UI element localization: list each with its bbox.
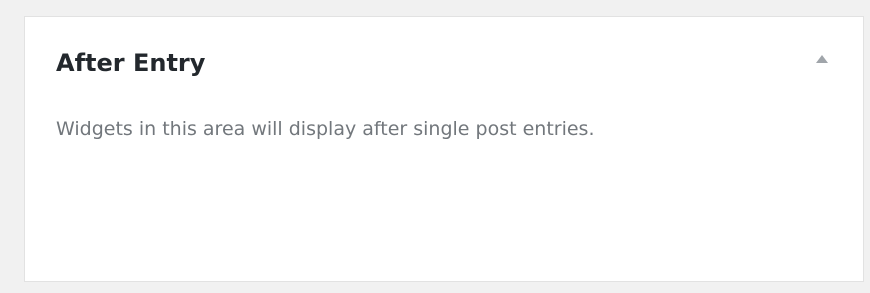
widget-area-after-entry: After Entry Widgets in this area will di… — [24, 16, 864, 282]
triangle-up-icon[interactable] — [816, 55, 828, 63]
widget-drop-zone[interactable] — [25, 167, 863, 281]
widget-area-title: After Entry — [56, 49, 206, 77]
widget-area-header[interactable]: After Entry — [25, 17, 863, 105]
widget-area-description: Widgets in this area will display after … — [56, 118, 595, 140]
